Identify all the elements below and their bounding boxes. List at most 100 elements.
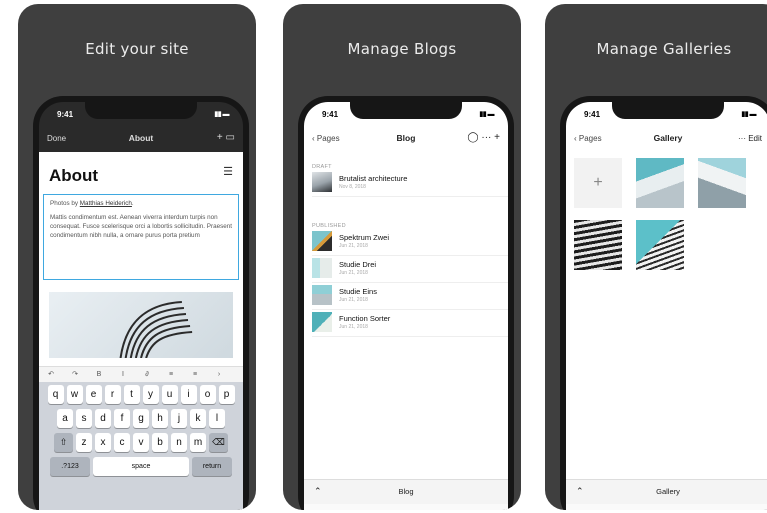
keyboard-row-2: asdfghjkl [39, 409, 243, 428]
notch [612, 102, 724, 119]
key-c[interactable]: c [114, 433, 130, 452]
card-title: Manage Blogs [347, 40, 457, 58]
design-icon[interactable]: ☰ [687, 510, 695, 511]
key-l[interactable]: l [209, 409, 225, 428]
profile-icon[interactable]: ♙ [740, 510, 748, 511]
key-s[interactable]: s [76, 409, 92, 428]
post-thumbnail [312, 312, 332, 332]
align-icon[interactable]: ≡ [159, 367, 183, 383]
keyboard: qwertyuiop asdfghjkl ⇧ zxcvbnm ⌫ .?123 s… [39, 382, 243, 510]
key-u[interactable]: u [161, 385, 178, 404]
list-item[interactable]: Studie Drei Jun 21, 2018 [312, 256, 508, 283]
key-y[interactable]: y [142, 385, 159, 404]
status-time: 9:41 [584, 110, 601, 119]
key-q[interactable]: q [47, 385, 64, 404]
gallery-image[interactable] [574, 220, 622, 270]
link-icon[interactable]: ∂ [135, 367, 159, 383]
status-icons: ▮▮ ▬ [741, 111, 756, 118]
status-icons: ▮▮ ▬ [479, 111, 494, 118]
keyboard-row-4: .?123 space return [39, 457, 243, 476]
status-time: 9:41 [322, 110, 339, 119]
key-t[interactable]: t [123, 385, 140, 404]
list-item[interactable]: Brutalist architecture Nov 8, 2018 [312, 170, 508, 197]
body-text: Mattis condimentum est. Aenean viverra i… [50, 214, 233, 239]
tab-bar: ⌂ ■ ☰ ♙ [304, 504, 508, 510]
gallery-image[interactable] [636, 220, 684, 270]
return-key[interactable]: return [192, 457, 232, 476]
space-key[interactable]: space [93, 457, 189, 476]
gallery-image[interactable] [698, 158, 746, 208]
more-edit-buttons[interactable]: ··· Edit [738, 134, 762, 143]
card-title: Manage Galleries [596, 40, 732, 58]
key-a[interactable]: a [57, 409, 73, 428]
key-i[interactable]: i [180, 385, 197, 404]
tab-bar: ⌂ ■ ☰ ♙ [566, 504, 767, 510]
more-icon[interactable]: › [207, 367, 231, 383]
post-title: Function Sorter [339, 314, 391, 323]
comment-more-add-buttons[interactable]: ◯ ··· + [467, 132, 500, 143]
key-h[interactable]: h [152, 409, 168, 428]
key-b[interactable]: b [152, 433, 168, 452]
post-title: Brutalist architecture [339, 174, 408, 183]
key-k[interactable]: k [190, 409, 206, 428]
italic-icon[interactable]: I [111, 367, 135, 383]
numbers-key[interactable]: .?123 [50, 457, 90, 476]
post-date: Jun 21, 2018 [339, 270, 368, 276]
post-date: Jun 21, 2018 [339, 297, 368, 303]
list-icon[interactable]: ≡ [183, 367, 207, 383]
notch [85, 102, 197, 119]
key-z[interactable]: z [76, 433, 92, 452]
phone-screen: 9:41 ▮▮ ▬ ‹ Pages Blog ◯ ··· + DRAFT Bru… [304, 102, 508, 510]
keyboard-row-3: ⇧ zxcvbnm ⌫ [39, 433, 243, 452]
credit-suffix: . [131, 200, 134, 207]
phone-frame: 9:41 ▮▮ ▬ Done About + ▭ About ☰ Photos … [33, 96, 249, 510]
key-p[interactable]: p [218, 385, 235, 404]
key-o[interactable]: o [199, 385, 216, 404]
undo-icon[interactable]: ↶ [39, 367, 63, 383]
post-thumbnail [312, 285, 332, 305]
key-e[interactable]: e [85, 385, 102, 404]
building-image [49, 292, 233, 358]
key-n[interactable]: n [171, 433, 187, 452]
credit-link[interactable]: Matthias Heiderich [80, 200, 132, 207]
section-bar[interactable]: ⌃ Blog [304, 479, 508, 504]
redo-icon[interactable]: ↷ [63, 367, 87, 383]
credit-prefix: Photos by [50, 200, 80, 207]
promo-card-manage-galleries: Manage Galleries 9:41 ▮▮ ▬ ‹ Pages Galle… [545, 4, 767, 510]
menu-icon[interactable]: ☰ [223, 165, 233, 178]
design-icon[interactable]: ☰ [425, 510, 433, 511]
key-m[interactable]: m [190, 433, 206, 452]
key-f[interactable]: f [114, 409, 130, 428]
key-r[interactable]: r [104, 385, 121, 404]
post-title: Studie Eins [339, 287, 377, 296]
status-icons: ▮▮ ▬ [214, 111, 229, 118]
shift-key[interactable]: ⇧ [54, 433, 73, 452]
section-bar-label: Gallery [656, 487, 680, 496]
list-item[interactable]: Spektrum Zwei Jun 21, 2018 [312, 229, 508, 256]
page-title: About [49, 166, 99, 185]
delete-key[interactable]: ⌫ [209, 433, 228, 452]
post-title: Studie Drei [339, 260, 377, 269]
text-block-editor[interactable]: Photos by Matthias Heiderich. Mattis con… [43, 194, 239, 280]
bold-icon[interactable]: B [87, 367, 111, 383]
add-preview-buttons[interactable]: + ▭ [217, 132, 235, 143]
profile-icon[interactable]: ♙ [478, 510, 486, 511]
nav-title: About [128, 133, 154, 143]
key-g[interactable]: g [133, 409, 149, 428]
gallery-image[interactable] [636, 158, 684, 208]
nav-bar: ‹ Pages Gallery ··· Edit [566, 128, 767, 150]
post-date: Jun 21, 2018 [339, 243, 368, 249]
key-d[interactable]: d [95, 409, 111, 428]
section-bar-label: Blog [398, 487, 414, 496]
keyboard-row-1: qwertyuiop [39, 385, 243, 404]
key-v[interactable]: v [133, 433, 149, 452]
phone-frame: 9:41 ▮▮ ▬ ‹ Pages Gallery ··· Edit + ⌃ G… [560, 96, 767, 510]
post-date: Jun 21, 2018 [339, 324, 368, 330]
key-j[interactable]: j [171, 409, 187, 428]
list-item[interactable]: Function Sorter Jun 21, 2018 [312, 310, 508, 337]
list-item[interactable]: Studie Eins Jun 21, 2018 [312, 283, 508, 310]
add-image-button[interactable]: + [574, 158, 622, 208]
key-w[interactable]: w [66, 385, 83, 404]
section-bar[interactable]: ⌃ Gallery [566, 479, 767, 504]
key-x[interactable]: x [95, 433, 111, 452]
